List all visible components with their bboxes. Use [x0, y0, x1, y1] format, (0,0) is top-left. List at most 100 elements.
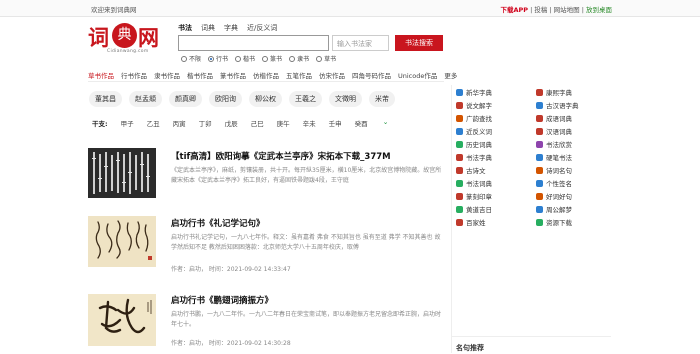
calligraphy-thumbnail-image[interactable]	[88, 215, 156, 267]
calligrapher-pill[interactable]: 文徵明	[329, 91, 362, 107]
article-item[interactable]: 启功行书《礼记学记句》 启功行书礼记学记句，一九八七年作。释文：虽有嘉肴 弗食 …	[88, 215, 444, 281]
calligrapher-pill[interactable]: 米芾	[369, 91, 395, 107]
sidebar-tool-link[interactable]: 个性签名	[536, 178, 612, 188]
site-logo[interactable]: 词 典 网 Cidianwang.com	[88, 22, 166, 56]
article-description: 启功行书礼记学记句，一九八七年作。释文：虽有嘉肴 弗食 不知其旨也 虽有至道 弗…	[171, 234, 441, 251]
cat-item[interactable]: Unicode作品	[398, 70, 437, 80]
article-item[interactable]: 启功行书《鹏翅词摘振方》 启功行书鹏，一九八二年作。一九八二年春日在荣宝斋试笔，…	[88, 292, 444, 352]
cat-item[interactable]: 楷书作品	[187, 70, 213, 80]
chevron-down-icon[interactable]: ⌄	[383, 118, 389, 128]
tool-label: 书法字典	[466, 154, 492, 162]
article-title[interactable]: 启功行书《鹏翅词摘振方》	[171, 294, 446, 306]
sidebar-tool-link[interactable]: 新华字典	[456, 87, 536, 97]
radio-circle-icon	[235, 55, 242, 62]
sidebar-tool-link[interactable]: 周公解梦	[536, 204, 612, 214]
search-button[interactable]: 书法搜索	[395, 35, 443, 51]
ganzhi-item[interactable]: 戊辰	[225, 118, 238, 128]
tab-character-dict[interactable]: 字典	[224, 23, 238, 33]
sidebar-tool-link[interactable]: 汉语词典	[536, 126, 612, 136]
tools-sidebar: 新华字典 康熙字典 说文解字 古汉语字典广韵查找 成语词典 近反义词 汉语词典 历史词典 书法欣…	[451, 85, 611, 353]
ganzhi-item[interactable]: 辛未	[303, 118, 316, 128]
calligraphy-thumbnail-image[interactable]	[88, 292, 156, 346]
article-meta: 作者：启功， 时间：2021-09-02 14:33:47	[171, 266, 291, 273]
radio-running[interactable]: 行书	[208, 54, 228, 63]
tab-calligraphy[interactable]: 书法	[178, 23, 192, 33]
cat-item[interactable]: 仿宋作品	[319, 70, 345, 80]
cat-item[interactable]: 行书作品	[121, 70, 147, 80]
section-heading-recommend: 名句推荐	[451, 336, 611, 354]
cat-item[interactable]: 五笔作品	[286, 70, 312, 80]
cat-item[interactable]: 仿楷作品	[253, 70, 279, 80]
article-title[interactable]: 启功行书《礼记学记句》	[171, 217, 446, 229]
sidebar-tool-link[interactable]: 书法欣赏	[536, 139, 612, 149]
desktop-link[interactable]: 放到桌面	[586, 6, 612, 14]
tool-label: 广韵查找	[466, 115, 492, 123]
radio-seal[interactable]: 篆书	[262, 54, 282, 63]
sidebar-tool-link[interactable]: 书法词典	[456, 178, 536, 188]
radio-circle-icon	[181, 55, 187, 62]
sidebar-tool-link[interactable]: 广韵查找	[456, 113, 536, 123]
radio-clerical[interactable]: 隶书	[289, 54, 309, 63]
cat-item-more[interactable]: 更多	[444, 70, 457, 80]
calligrapher-pill[interactable]: 柳公权	[249, 91, 282, 107]
ganzhi-item[interactable]: 乙丑	[147, 118, 160, 128]
tool-icon	[536, 218, 543, 226]
ganzhi-item[interactable]: 己巳	[251, 118, 264, 128]
radio-circle-icon	[316, 55, 323, 62]
radio-cursive[interactable]: 草书	[316, 54, 336, 63]
sidebar-tool-link[interactable]: 篆刻印章	[456, 191, 536, 201]
sidebar-tool-link[interactable]: 资源下载	[536, 217, 612, 227]
cat-item[interactable]: 隶书作品	[154, 70, 180, 80]
calligrapher-pill[interactable]: 赵孟頫	[129, 91, 162, 107]
radio-label: 草书	[324, 56, 337, 63]
tab-dictionary[interactable]: 词典	[201, 23, 215, 33]
sidebar-tool-link[interactable]: 康熙字典	[536, 87, 612, 97]
tool-icon	[456, 140, 463, 148]
sidebar-tool-link[interactable]: 百家姓	[456, 217, 536, 227]
ganzhi-item[interactable]: 甲子	[121, 118, 134, 128]
ganzhi-item[interactable]: 壬申	[329, 118, 342, 128]
tool-label: 硬笔书法	[546, 154, 572, 162]
download-app-link[interactable]: 下载APP	[500, 6, 528, 14]
tool-icon	[456, 153, 463, 161]
tab-synonyms[interactable]: 近/反义词	[247, 23, 277, 33]
tool-icon	[536, 205, 543, 213]
calligrapher-pill[interactable]: 董其昌	[89, 91, 122, 107]
calligrapher-input[interactable]: 输入书法家	[332, 35, 389, 51]
cat-item[interactable]: 四角号码作品	[352, 70, 391, 80]
sidebar-tool-link[interactable]: 书法字典	[456, 152, 536, 162]
sidebar-tool-link[interactable]: 黄道吉日	[456, 204, 536, 214]
ganzhi-item[interactable]: 癸酉	[355, 118, 368, 128]
top-bar: 欢迎来到词典网 下载APP | 投稿 | 网站地图 | 放到桌面	[0, 0, 700, 17]
tool-icon	[536, 101, 543, 109]
sidebar-tool-link[interactable]: 诗词名句	[536, 165, 612, 175]
sidebar-tool-link[interactable]: 古汉语字典	[536, 100, 612, 110]
sidebar-tool-link[interactable]: 古诗文	[456, 165, 536, 175]
top-links-text[interactable]: | 投稿 | 网站地图 |	[530, 6, 584, 14]
tool-label: 新华字典	[466, 89, 492, 97]
rubbing-thumbnail-image[interactable]	[88, 148, 156, 198]
ganzhi-item[interactable]: 庚午	[277, 118, 290, 128]
cat-item[interactable]: 草书作品	[88, 70, 114, 80]
sidebar-tool-link[interactable]: 历史词典	[456, 139, 536, 149]
calligrapher-pill[interactable]: 欧阳询	[209, 91, 242, 107]
calligrapher-pill[interactable]: 王羲之	[289, 91, 322, 107]
sidebar-tool-link[interactable]: 成语词典	[536, 113, 612, 123]
article-item[interactable]: 【tif高清】欧阳询摹《定武本兰亭序》宋拓本下载_377M 《定武本兰亭序》，麻…	[88, 148, 444, 208]
tool-label: 诗词名句	[546, 167, 572, 175]
tool-icon	[536, 140, 543, 148]
sidebar-tool-link[interactable]: 近反义词	[456, 126, 536, 136]
article-title[interactable]: 【tif高清】欧阳询摹《定武本兰亭序》宋拓本下载_377M	[171, 150, 446, 162]
sidebar-tool-link[interactable]: 好词好句	[536, 191, 612, 201]
sidebar-tool-link[interactable]: 硬笔书法	[536, 152, 612, 162]
tool-icon	[456, 205, 463, 213]
radio-regular[interactable]: 楷书	[235, 54, 255, 63]
calligrapher-pill[interactable]: 颜真卿	[169, 91, 202, 107]
cat-item[interactable]: 篆书作品	[220, 70, 246, 80]
ganzhi-item[interactable]: 丁卯	[199, 118, 212, 128]
search-input[interactable]	[178, 35, 329, 51]
sidebar-tool-link[interactable]: 说文解字	[456, 100, 536, 110]
radio-any[interactable]: 不限	[181, 54, 201, 63]
tool-label: 周公解梦	[546, 206, 572, 214]
ganzhi-item[interactable]: 丙寅	[173, 118, 186, 128]
